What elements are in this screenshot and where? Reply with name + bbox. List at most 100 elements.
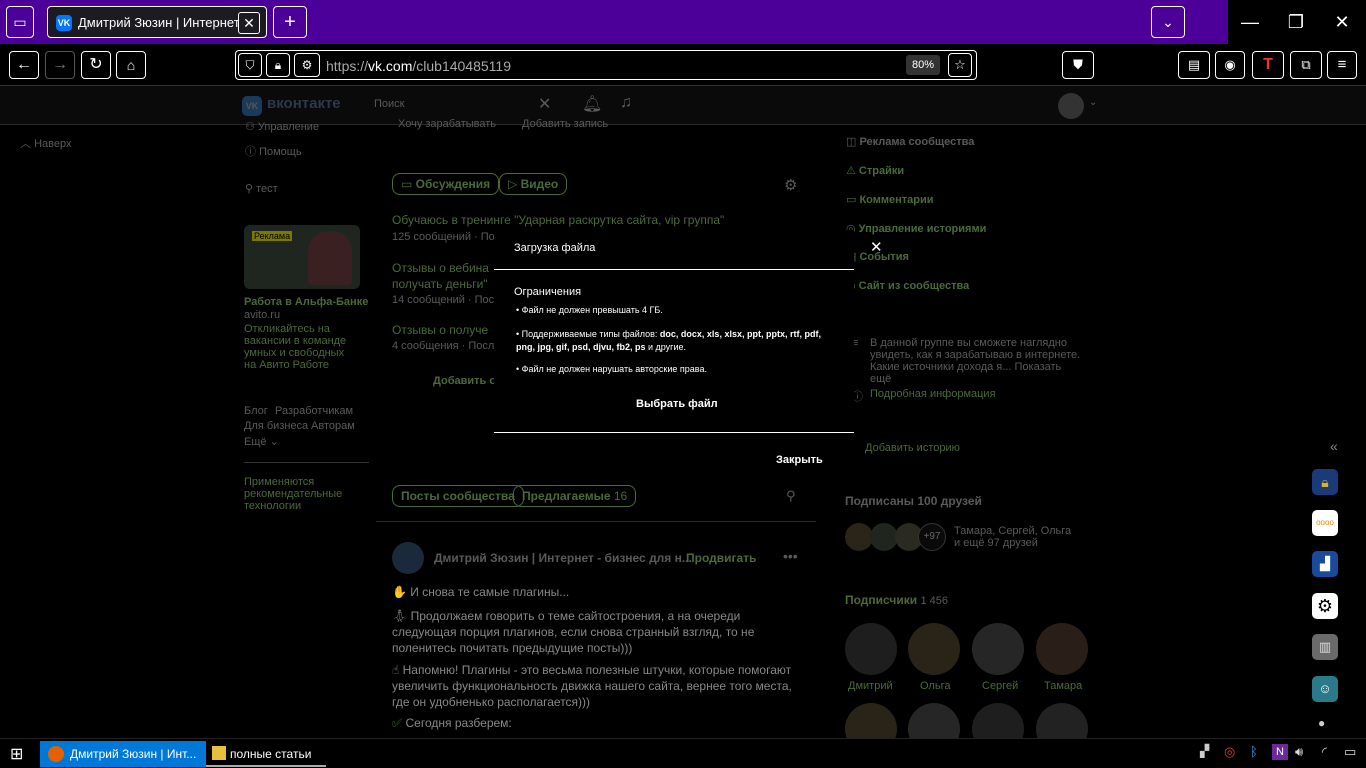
modal-close-button[interactable]: Закрыть bbox=[776, 454, 823, 466]
sidebar-icon[interactable]: ▤ bbox=[1178, 51, 1210, 79]
permissions-icon[interactable]: ⚙ bbox=[294, 53, 320, 77]
reload-icon[interactable]: ↻ bbox=[81, 51, 111, 79]
tray-wifi-icon[interactable]: ◜ bbox=[1322, 744, 1327, 760]
earn-link[interactable]: Хочу зарабатывать bbox=[398, 118, 496, 130]
tracking-shield-icon[interactable]: ⛉ bbox=[238, 53, 262, 77]
dock-app-chart-icon[interactable]: ▟ bbox=[1312, 551, 1338, 577]
restore-icon[interactable]: ❐ bbox=[1276, 0, 1316, 44]
ad-image[interactable]: Реклама bbox=[244, 225, 360, 289]
subscriber-name[interactable]: Сергей bbox=[982, 680, 1018, 692]
add-story-link[interactable]: Добавить историю bbox=[865, 442, 960, 454]
subscribers-title[interactable]: Подписчики 1 456 bbox=[845, 593, 948, 607]
friend-avatar[interactable] bbox=[870, 523, 898, 551]
lock-icon[interactable]: 🔒︎ bbox=[266, 53, 290, 77]
bookmark-star-icon[interactable]: ☆ bbox=[948, 53, 972, 77]
url-text[interactable]: https://vk.com/club140485119 bbox=[326, 58, 511, 74]
left-menu-test[interactable]: ⚲ тест bbox=[245, 182, 278, 195]
music-icon[interactable]: ♫ bbox=[620, 94, 632, 112]
subscriber-avatar[interactable] bbox=[908, 623, 960, 675]
subscriber-avatar[interactable] bbox=[845, 623, 897, 675]
avatar-chevron-icon[interactable]: ⌄ bbox=[1089, 97, 1097, 108]
search-clear-icon[interactable]: ✕ bbox=[538, 94, 551, 114]
zoom-level[interactable]: 80% bbox=[906, 55, 940, 75]
footer-devs[interactable]: Разработчикам bbox=[275, 405, 353, 417]
post-author[interactable]: Дмитрий Зюзин | Интернет - бизнес для н.… bbox=[434, 551, 692, 565]
home-icon[interactable]: ⌂ bbox=[116, 51, 146, 79]
taskbar-app-explorer[interactable]: полные статьи bbox=[206, 741, 326, 767]
collapse-dock-icon[interactable]: « bbox=[1330, 438, 1338, 454]
wall-search-icon[interactable]: ⚲ bbox=[786, 488, 796, 504]
post-author-avatar[interactable] bbox=[392, 542, 424, 574]
pocket-icon[interactable]: ⛊ bbox=[1062, 51, 1094, 79]
dock-app-gear-icon[interactable]: ⚙ bbox=[1312, 593, 1338, 619]
choose-file-button[interactable]: Выбрать файл bbox=[636, 398, 718, 410]
browser-tab[interactable]: VK Дмитрий Зюзин | Интернет - ✕ bbox=[47, 6, 267, 38]
post-more-icon[interactable]: ••• bbox=[783, 548, 798, 564]
windows-start-icon[interactable]: ⊞ bbox=[10, 744, 23, 764]
subscriber-name[interactable]: Дмитрий bbox=[848, 680, 893, 692]
extensions-puzzle-icon[interactable]: ⧉ bbox=[1290, 51, 1322, 79]
tab-discussions[interactable]: ▭ Обсуждения bbox=[392, 173, 500, 195]
dock-app-prodamus-icon[interactable]: oooo bbox=[1312, 510, 1338, 536]
close-tab-icon[interactable]: ✕ bbox=[238, 12, 260, 34]
forward-arrow-icon[interactable]: → bbox=[45, 51, 75, 79]
left-menu-help[interactable]: ⓘ Помощь bbox=[245, 143, 302, 159]
dock-app-building-icon[interactable]: ▥ bbox=[1312, 634, 1338, 660]
tray-app-icon[interactable]: ▞ bbox=[1200, 744, 1209, 758]
subscriber-avatar[interactable] bbox=[972, 623, 1024, 675]
right-menu-strikes[interactable]: ⚠ Страйки bbox=[846, 164, 904, 177]
modal-close-icon[interactable]: ✕ bbox=[870, 238, 883, 256]
tray-app-n-icon[interactable]: N bbox=[1272, 744, 1288, 760]
dock-app-avatar-icon[interactable]: ☺ bbox=[1312, 676, 1338, 702]
footer-business[interactable]: Для бизнеса bbox=[244, 420, 308, 432]
add-topic-link[interactable]: Добавить о bbox=[433, 375, 496, 387]
notifications-bell-icon[interactable]: 🔔︎ bbox=[582, 94, 602, 114]
taskbar-app-firefox[interactable]: Дмитрий Зюзин | Инт... bbox=[40, 741, 206, 767]
back-to-top[interactable]: ︿ Наверх bbox=[20, 135, 71, 151]
ad-domain[interactable]: avito.ru bbox=[244, 309, 280, 321]
topic-title-2b[interactable]: получать деньги" bbox=[392, 277, 488, 291]
tray-bluetooth-icon[interactable]: ᛒ bbox=[1250, 744, 1258, 759]
right-menu-ads[interactable]: ◫ Реклама сообщества bbox=[846, 135, 974, 148]
minimize-icon[interactable]: — bbox=[1230, 0, 1270, 44]
right-menu-comments[interactable]: ▭ Комментарии bbox=[846, 193, 934, 206]
extension-t-icon[interactable]: T bbox=[1252, 51, 1284, 79]
subscriber-avatar[interactable] bbox=[1036, 623, 1088, 675]
friends-more-badge[interactable]: +97 bbox=[918, 523, 946, 551]
tab-video[interactable]: ▷ Видео bbox=[499, 173, 568, 195]
dock-app-lock-icon[interactable]: 🔒︎ bbox=[1312, 469, 1338, 495]
settings-gear-icon[interactable]: ⚙ bbox=[784, 176, 797, 194]
tray-volume-icon[interactable]: 🔊︎ bbox=[1295, 744, 1303, 760]
menu-hamburger-icon[interactable]: ≡ bbox=[1327, 51, 1357, 79]
dock-chat-icon[interactable]: ● bbox=[1318, 716, 1325, 730]
tray-opera-icon[interactable]: ◎ bbox=[1224, 744, 1235, 760]
subscriber-name[interactable]: Ольга bbox=[920, 680, 950, 692]
url-bar[interactable]: ⛉ 🔒︎ ⚙ https://vk.com/club140485119 80% … bbox=[235, 50, 977, 80]
add-post-link[interactable]: Добавить запись bbox=[522, 118, 608, 130]
account-icon[interactable]: ◉ bbox=[1215, 51, 1245, 79]
promote-button[interactable]: Продвигать bbox=[686, 551, 756, 565]
subscriber-name[interactable]: Тамара bbox=[1044, 680, 1082, 692]
left-menu-manage[interactable]: ⚇ Управление bbox=[245, 120, 319, 133]
topic-title-1[interactable]: Обучаюсь в тренинге "Ударная раскрутка с… bbox=[392, 213, 724, 227]
friend-avatar[interactable] bbox=[845, 523, 873, 551]
ad-title[interactable]: Работа в Альфа-Банке bbox=[244, 296, 368, 308]
tab-suggested-posts[interactable]: Предлагаемые 16 bbox=[513, 485, 637, 507]
vk-search-input[interactable]: Поиск bbox=[374, 98, 404, 110]
vk-logo-text[interactable]: вконтакте bbox=[267, 95, 341, 112]
user-avatar[interactable] bbox=[1058, 93, 1084, 119]
right-menu-stories[interactable]: ◎ Управление историями bbox=[846, 222, 986, 235]
firefox-view-button[interactable]: ▭ bbox=[6, 6, 34, 38]
back-arrow-icon[interactable]: ← bbox=[9, 51, 39, 79]
details-link[interactable]: Подробная информация bbox=[870, 388, 996, 400]
list-all-tabs-chevron-icon[interactable]: ⌄ bbox=[1151, 6, 1185, 38]
footer-more[interactable]: Ещё ⌄ bbox=[244, 435, 279, 448]
close-window-icon[interactable]: ✕ bbox=[1322, 0, 1362, 44]
friends-title[interactable]: Подписаны 100 друзей bbox=[845, 494, 982, 508]
footer-blog[interactable]: Блог bbox=[244, 405, 268, 417]
ad-text[interactable]: Откликайтесь на вакансии в команде умных… bbox=[244, 323, 359, 371]
right-menu-site[interactable]: ◍ Сайт из сообщества bbox=[846, 279, 969, 292]
topic-title-3[interactable]: Отзывы о получе bbox=[392, 323, 488, 337]
tray-notifications-icon[interactable]: ▭ bbox=[1344, 744, 1356, 760]
new-tab-button[interactable]: + bbox=[273, 6, 307, 38]
